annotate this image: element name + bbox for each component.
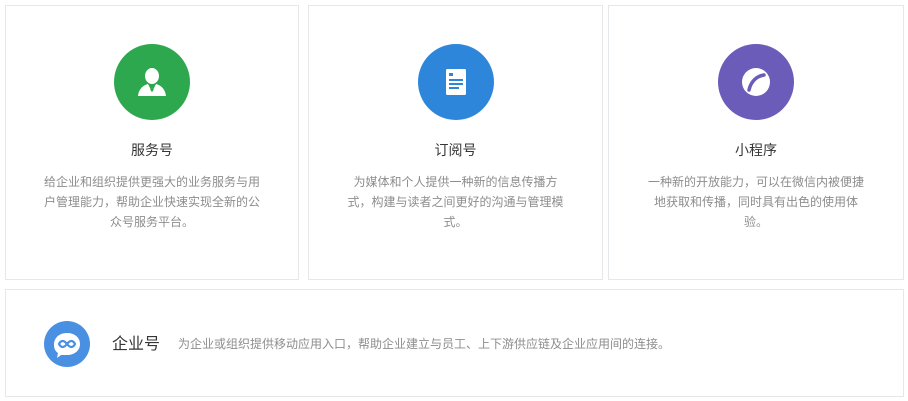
enterprise-description: 为企业或组织提供移动应用入口，帮助企业建立与员工、上下游供应链及企业应用间的连接… (178, 337, 671, 351)
enterprise-account-card[interactable]: 企业号 为企业或组织提供移动应用入口，帮助企业建立与员工、上下游供应链及企业应用… (5, 289, 904, 397)
card-title: 小程序 (735, 143, 777, 159)
card-description: 为媒体和个人提供一种新的信息传播方式，构建与读者之间更好的沟通与管理模式。 (347, 175, 564, 229)
enterprise-icon (44, 321, 90, 367)
person-icon (114, 44, 190, 120)
card-title: 服务号 (131, 143, 173, 159)
card-description: 给企业和组织提供更强大的业务服务与用户管理能力，帮助企业快速实现全新的公众号服务… (43, 175, 260, 229)
enterprise-title: 企业号 (112, 334, 161, 353)
miniprogram-icon (718, 44, 794, 120)
subscription-account-card[interactable]: 订阅号 为媒体和个人提供一种新的信息传播方式，构建与读者之间更好的沟通与管理模式… (308, 5, 603, 280)
service-account-card[interactable]: 服务号 给企业和组织提供更强大的业务服务与用户管理能力，帮助企业快速实现全新的公… (5, 5, 299, 280)
card-description: 一种新的开放能力，可以在微信内被便捷地获取和传播，同时具有出色的使用体验。 (647, 175, 864, 229)
mini-program-card[interactable]: 小程序 一种新的开放能力，可以在微信内被便捷地获取和传播，同时具有出色的使用体验… (608, 5, 904, 280)
document-icon (417, 44, 494, 120)
card-title: 订阅号 (434, 143, 477, 159)
